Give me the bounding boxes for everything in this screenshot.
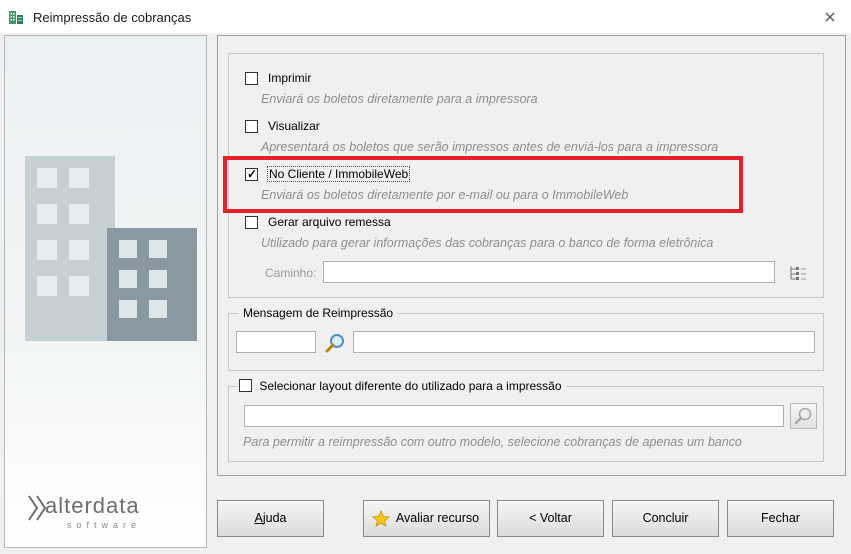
layout-search-button[interactable]: [790, 403, 817, 429]
layout-hint: Para permitir a reimpressão com outro mo…: [243, 435, 742, 449]
alterdata-logo-icon: [28, 495, 47, 521]
close-icon[interactable]: [823, 10, 837, 24]
mensagem-title: Mensagem de Reimpressão: [239, 306, 398, 320]
visualizar-description: Apresentará os boletos que serão impress…: [261, 140, 719, 154]
gerar-arquivo-description: Utilizado para gerar informações das cob…: [261, 236, 714, 250]
layout-legend[interactable]: Selecionar layout diferente do utilizado…: [237, 379, 566, 393]
star-icon: [372, 510, 390, 528]
fechar-button[interactable]: Fechar: [727, 500, 834, 537]
concluir-button[interactable]: Concluir: [612, 500, 719, 537]
visualizar-checkbox[interactable]: [245, 120, 258, 133]
avaliar-label: Avaliar recurso: [395, 511, 480, 525]
buildings-icon: [9, 11, 23, 24]
voltar-button[interactable]: < Voltar: [497, 500, 604, 537]
mensagem-text-input[interactable]: [353, 331, 815, 353]
highlight-box: [223, 156, 743, 213]
window-title: Reimpressão de cobranças: [33, 10, 192, 25]
imprimir-label[interactable]: Imprimir: [268, 71, 311, 85]
caminho-label: Caminho:: [265, 266, 317, 280]
mensagem-group: Mensagem de Reimpressão: [228, 306, 824, 371]
layout-label[interactable]: Selecionar layout diferente do utilizado…: [259, 379, 561, 393]
gerar-arquivo-label[interactable]: Gerar arquivo remessa: [268, 215, 391, 229]
dialog-body: alterdata software Imprimir Enviará os b…: [0, 33, 851, 554]
search-icon: [794, 407, 812, 425]
folder-tree-icon[interactable]: [788, 264, 808, 282]
gerar-arquivo-checkbox[interactable]: [245, 216, 258, 229]
visualizar-label[interactable]: Visualizar: [268, 119, 320, 133]
mensagem-code-input[interactable]: [236, 331, 316, 353]
imprimir-checkbox[interactable]: [245, 72, 258, 85]
layout-input[interactable]: [244, 405, 784, 427]
buildings-illustration: [25, 156, 197, 341]
sidebar-illustration: alterdata software: [4, 35, 207, 548]
brand-sub: software: [67, 520, 142, 530]
title-bar: Reimpressão de cobranças: [0, 0, 851, 33]
brand-name: alterdata: [45, 493, 140, 518]
layout-checkbox[interactable]: [239, 379, 252, 392]
main-panel: Imprimir Enviará os boletos diretamente …: [217, 35, 846, 476]
search-icon[interactable]: [324, 332, 346, 354]
caminho-input[interactable]: [323, 261, 775, 283]
imprimir-description: Enviará os boletos diretamente para a im…: [261, 92, 538, 106]
layout-group: Selecionar layout diferente do utilizado…: [228, 379, 824, 462]
ajuda-button[interactable]: Ajuda: [217, 500, 324, 537]
avaliar-recurso-button[interactable]: Avaliar recurso: [363, 500, 490, 537]
